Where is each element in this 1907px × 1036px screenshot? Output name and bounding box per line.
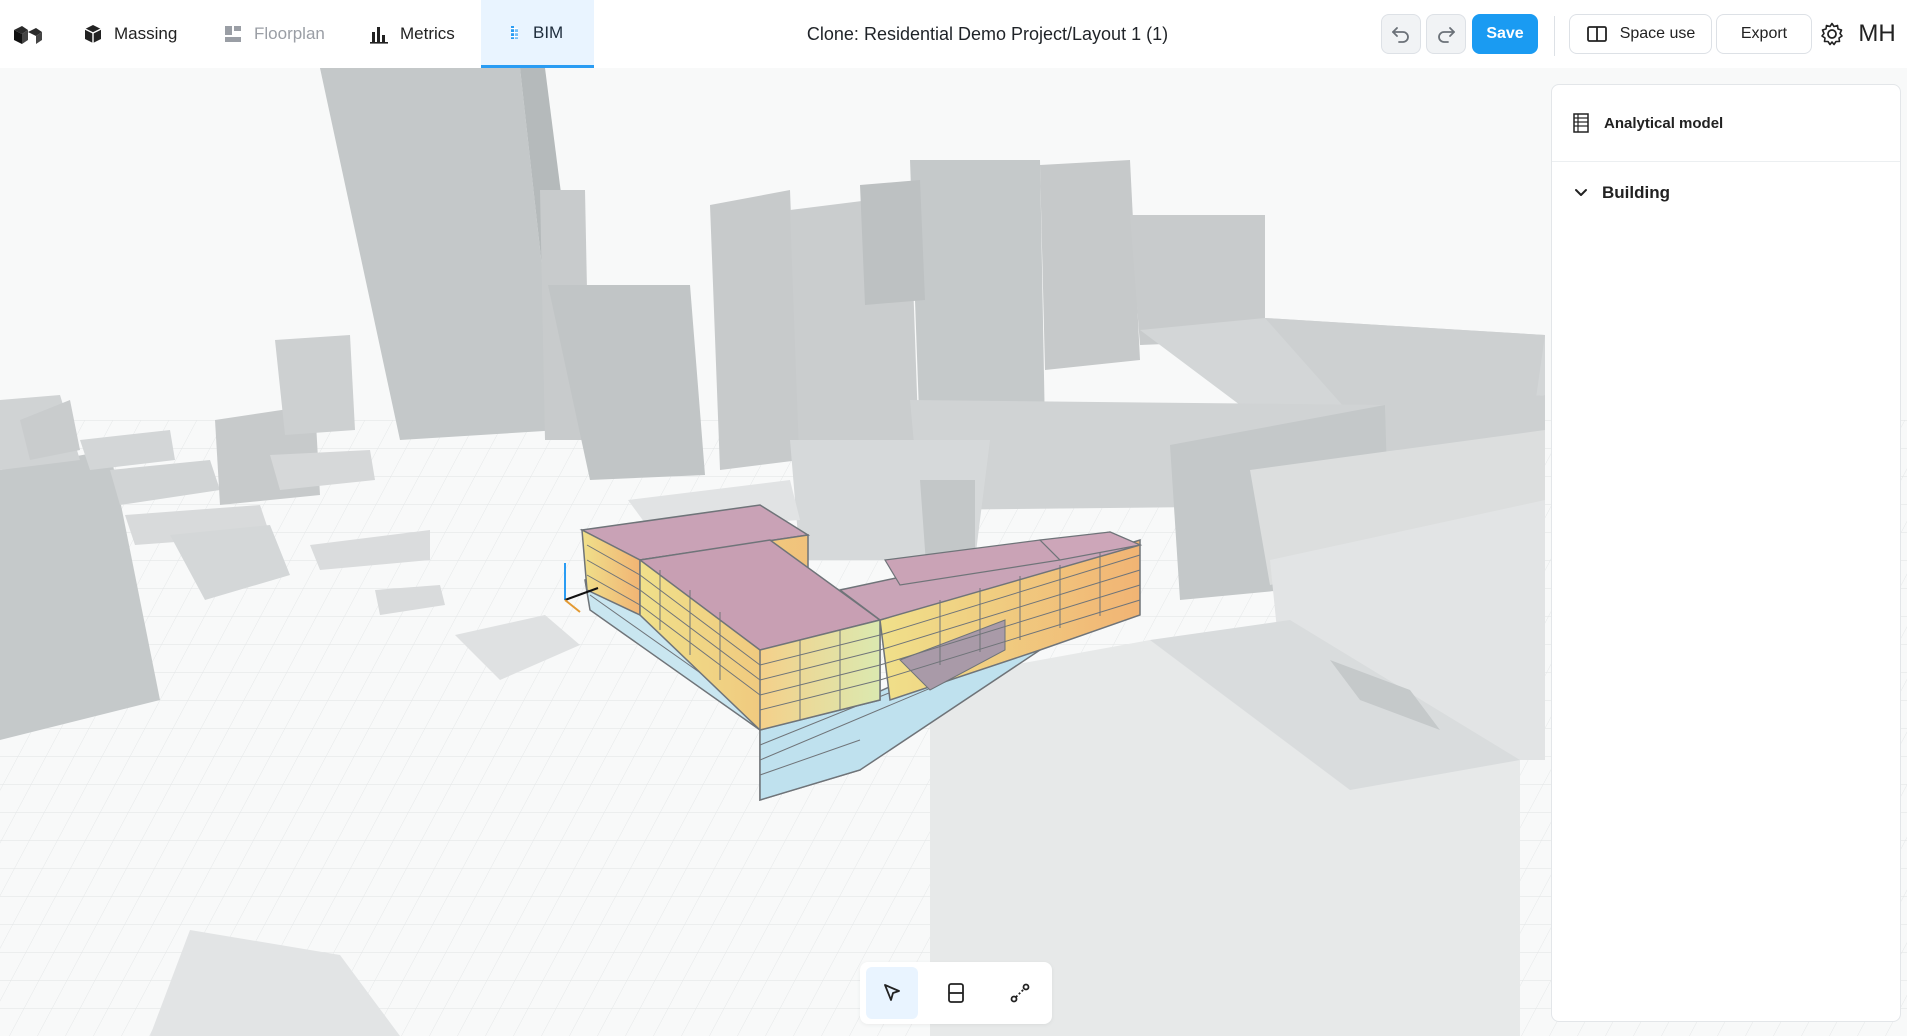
floorplan-icon (222, 23, 244, 45)
space-use-label: Space use (1619, 25, 1696, 42)
export-button[interactable]: Export (1716, 14, 1812, 54)
undo-button[interactable] (1381, 14, 1421, 54)
top-bar: Massing Floorplan Metrics BIM Clone: Res… (0, 0, 1907, 68)
tab-metrics[interactable]: Metrics (368, 0, 472, 68)
undo-icon (1392, 27, 1409, 43)
tree-item-building[interactable]: Building (1552, 162, 1900, 224)
tab-massing[interactable]: Massing (82, 0, 200, 68)
tab-floorplan-label: Floorplan (254, 24, 325, 43)
user-avatar[interactable]: MH (1856, 14, 1898, 54)
save-button[interactable]: Save (1472, 14, 1538, 54)
panel-title: Analytical model (1604, 114, 1724, 132)
panel-header: Analytical model (1552, 85, 1900, 162)
cursor-arrow-icon (884, 984, 900, 1001)
building-list-icon (1573, 113, 1589, 133)
measure-link-icon (1010, 983, 1030, 1003)
book-open-icon (1586, 26, 1607, 42)
tab-floorplan[interactable]: Floorplan (222, 0, 340, 68)
tab-bim[interactable]: BIM (481, 0, 594, 68)
tab-metrics-label: Metrics (400, 24, 455, 43)
toolbar-divider (1554, 16, 1555, 56)
settings-button[interactable] (1815, 14, 1849, 54)
space-use-button[interactable]: Space use (1569, 14, 1712, 54)
app-logo-icon[interactable] (12, 20, 44, 48)
section-cut-icon (948, 983, 964, 1003)
analytical-model-panel: Analytical model Building (1551, 84, 1901, 1022)
tree-item-building-label: Building (1602, 183, 1670, 202)
section-tool[interactable] (930, 967, 982, 1019)
tab-massing-label: Massing (114, 24, 178, 43)
viewport-toolbar (860, 962, 1052, 1024)
tab-bim-label: BIM (533, 22, 564, 42)
bim-icon (507, 22, 523, 44)
measure-tool[interactable] (994, 967, 1046, 1019)
page-title: Clone: Residential Demo Project/Layout 1… (806, 23, 1169, 44)
redo-icon (1438, 27, 1455, 43)
select-tool[interactable] (866, 967, 918, 1019)
bar-chart-icon (368, 23, 390, 45)
cube-icon (82, 23, 104, 45)
redo-button[interactable] (1426, 14, 1466, 54)
gear-icon (1821, 22, 1843, 46)
chevron-down-icon[interactable] (1572, 184, 1590, 202)
